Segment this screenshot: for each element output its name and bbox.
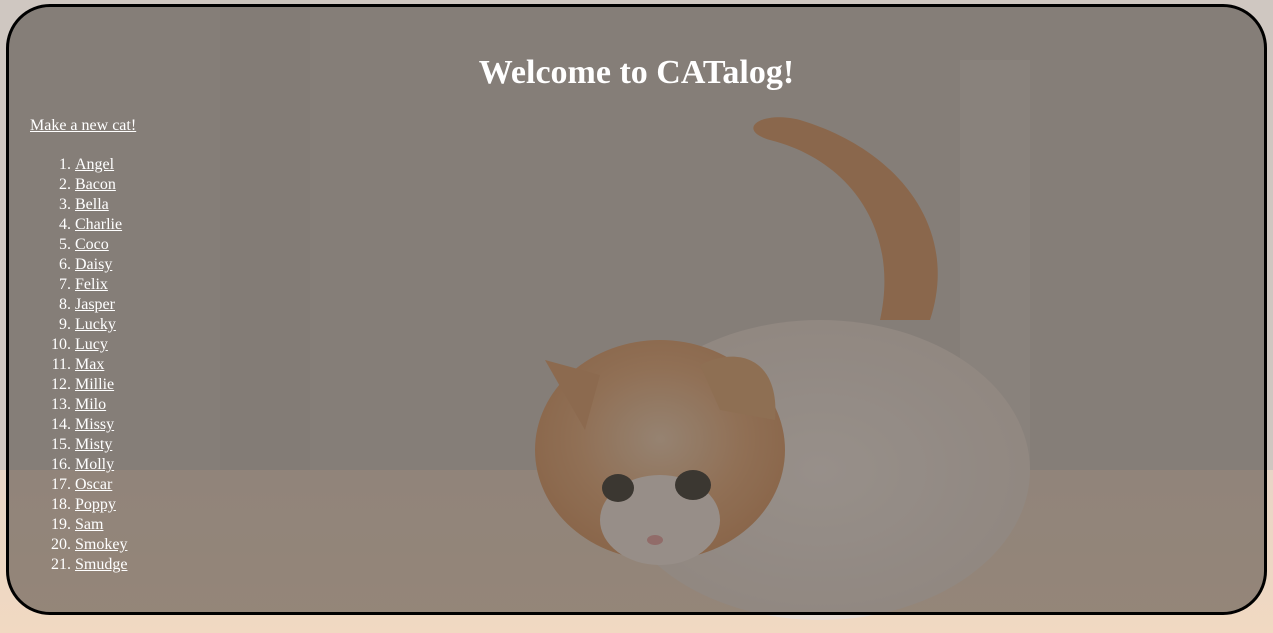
cat-list-item: Coco (75, 235, 127, 255)
cat-link[interactable]: Max (75, 356, 104, 373)
cat-link[interactable]: Sam (75, 516, 103, 533)
cat-link[interactable]: Coco (75, 236, 109, 253)
cat-list-item: Missy (75, 415, 127, 435)
make-new-cat-link[interactable]: Make a new cat! (30, 117, 136, 135)
cat-list-item: Sam (75, 515, 127, 535)
cat-list-item: Milo (75, 395, 127, 415)
page-title: Welcome to CATalog! (478, 54, 795, 91)
cat-link[interactable]: Lucy (75, 336, 108, 353)
cat-link[interactable]: Smokey (75, 536, 127, 553)
cat-list-item: Misty (75, 435, 127, 455)
cat-link[interactable]: Oscar (75, 476, 112, 493)
cat-link[interactable]: Bella (75, 196, 109, 213)
cat-link[interactable]: Misty (75, 436, 112, 453)
cat-list-item: Smokey (75, 535, 127, 555)
cat-list-item: Millie (75, 375, 127, 395)
cat-link[interactable]: Jasper (75, 296, 115, 313)
catalog-panel: Welcome to CATalog! Make a new cat! Ange… (6, 4, 1267, 615)
cat-list-item: Charlie (75, 215, 127, 235)
cat-link[interactable]: Smudge (75, 556, 127, 573)
cat-list-item: Daisy (75, 255, 127, 275)
cat-list-item: Oscar (75, 475, 127, 495)
cat-link[interactable]: Molly (75, 456, 114, 473)
cat-link[interactable]: Daisy (75, 256, 112, 273)
cat-link[interactable]: Lucky (75, 316, 116, 333)
cat-link[interactable]: Missy (75, 416, 114, 433)
cat-link[interactable]: Bacon (75, 176, 116, 193)
cat-list-item: Bacon (75, 175, 127, 195)
cat-list-item: Bella (75, 195, 127, 215)
cat-link[interactable]: Millie (75, 376, 114, 393)
cat-list-item: Jasper (75, 295, 127, 315)
cat-link[interactable]: Angel (75, 156, 114, 173)
cat-link[interactable]: Felix (75, 276, 108, 293)
cat-list-item: Molly (75, 455, 127, 475)
cat-list: Angel Bacon Bella Charlie Coco Daisy Felix Jasp… (34, 155, 127, 575)
cat-link[interactable]: Poppy (75, 496, 116, 513)
cat-link[interactable]: Charlie (75, 216, 122, 233)
cat-list-item: Max (75, 355, 127, 375)
cat-list-item: Lucky (75, 315, 127, 335)
cat-link[interactable]: Milo (75, 396, 106, 413)
cat-list-item: Felix (75, 275, 127, 295)
cat-list-item: Angel (75, 155, 127, 175)
cat-list-item: Lucy (75, 335, 127, 355)
cat-list-item: Smudge (75, 555, 127, 575)
cat-list-item: Poppy (75, 495, 127, 515)
